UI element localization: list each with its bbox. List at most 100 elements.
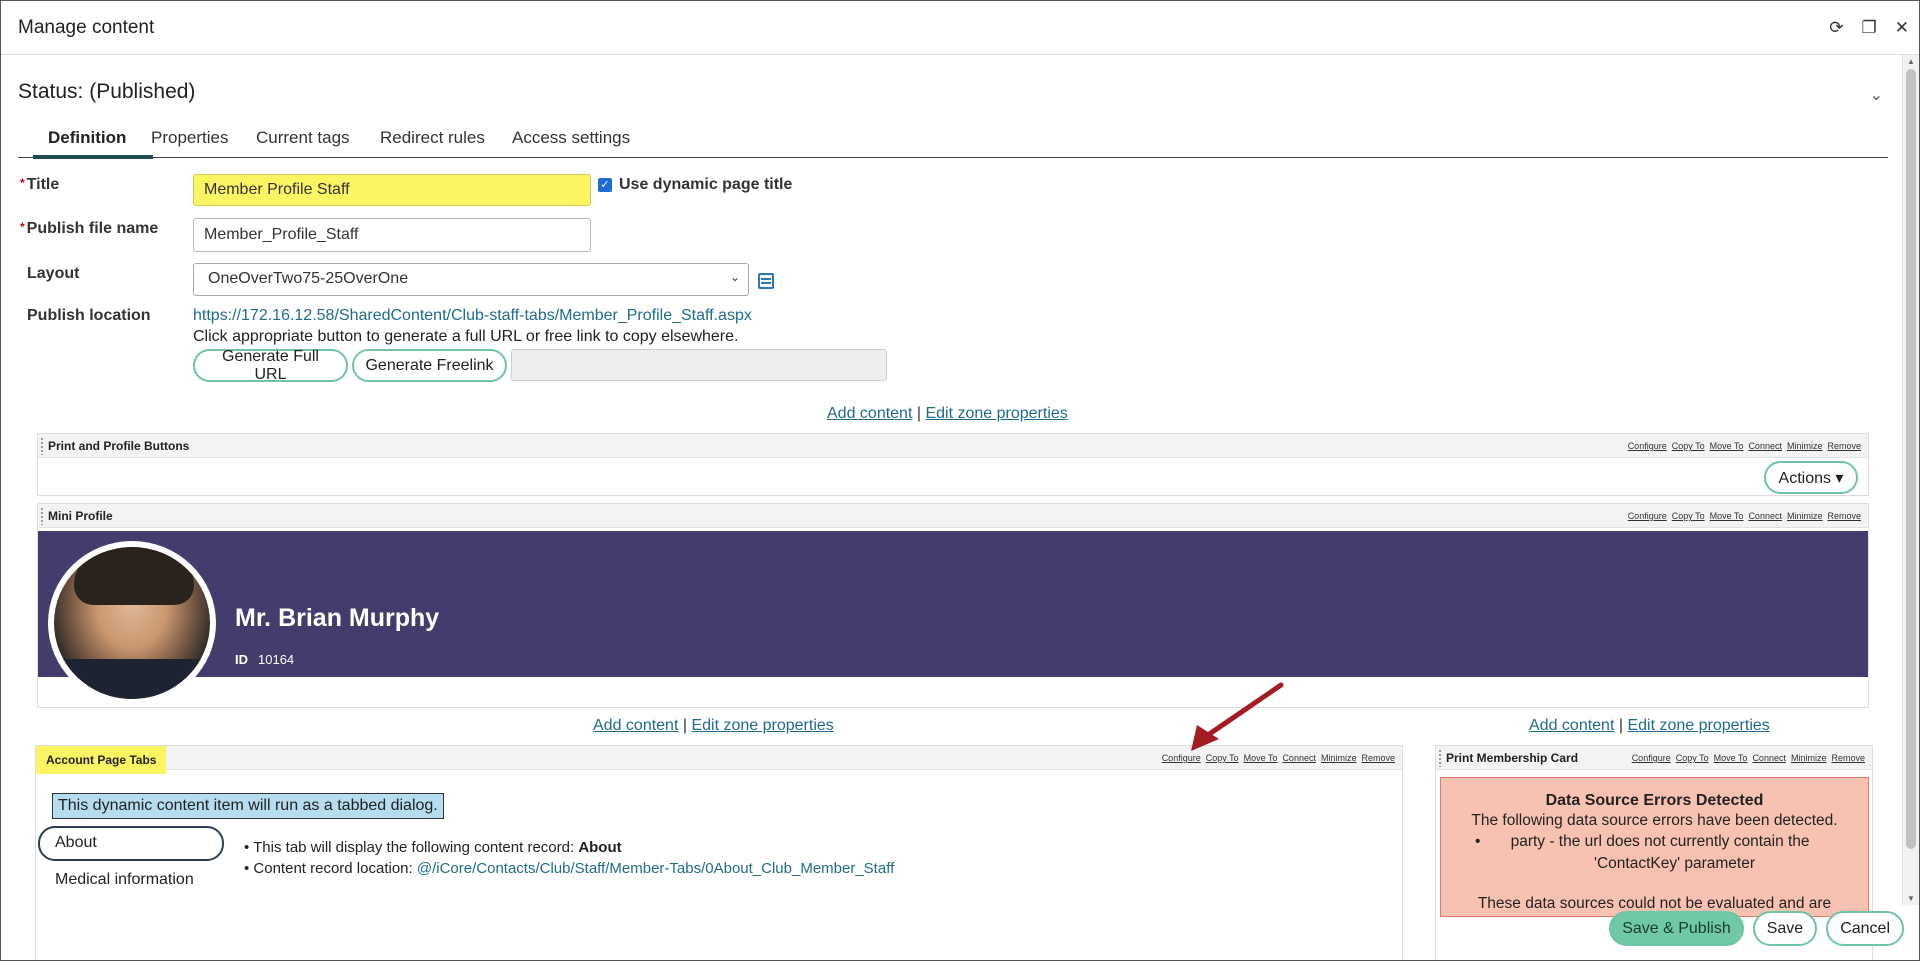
zone-link-separator: |: [916, 405, 922, 422]
move-to-link[interactable]: Move To: [1710, 511, 1744, 521]
generate-freelink-button[interactable]: Generate Freelink: [352, 349, 507, 382]
remove-link[interactable]: Remove: [1831, 753, 1865, 763]
title-label-text: Title: [26, 176, 60, 193]
save-publish-button[interactable]: Save & Publish: [1609, 911, 1744, 946]
add-content-link[interactable]: Add content: [1529, 717, 1614, 734]
copy-to-link[interactable]: Copy To: [1676, 753, 1709, 763]
minimize-link[interactable]: Minimize: [1787, 441, 1823, 451]
webpart-title: Account Page Tabs: [36, 746, 167, 774]
webpart-action-links: Configure Copy To Move To Connect Minimi…: [1628, 511, 1861, 521]
copy-to-link[interactable]: Copy To: [1672, 511, 1705, 521]
title-label: * Title: [20, 176, 59, 194]
publish-hint-text: Click appropriate button to generate a f…: [193, 328, 739, 345]
window-title: Manage content: [18, 16, 155, 38]
dynamic-title-checkbox[interactable]: ✓: [598, 178, 612, 192]
layout-select-value: OneOverTwo75-25OverOne: [208, 270, 409, 287]
tabbed-dialog-note: This dynamic content item will run as a …: [52, 793, 444, 819]
annotation-arrow-icon: [1191, 682, 1284, 751]
error-item-continued: 'ContactKey' parameter: [1594, 855, 1755, 872]
cancel-button[interactable]: Cancel: [1826, 911, 1904, 946]
publish-location-label: Publish location: [27, 307, 151, 324]
tab-info-line-record: • This tab will display the following co…: [244, 837, 894, 858]
remove-link[interactable]: Remove: [1361, 753, 1395, 763]
active-tab-indicator: [33, 155, 153, 159]
status-title: Status: (Published): [18, 80, 196, 103]
required-marker: *: [20, 220, 25, 234]
avatar-hair: [74, 547, 194, 605]
save-button[interactable]: Save: [1752, 911, 1818, 946]
edit-zone-properties-link[interactable]: Edit zone properties: [691, 717, 833, 734]
layout-preview-icon[interactable]: [758, 273, 774, 289]
configure-link[interactable]: Configure: [1628, 441, 1667, 451]
content-tabs: Definition Properties Current tags Redir…: [18, 126, 1888, 159]
webpart-header: Mini Profile Configure Copy To Move To C…: [38, 504, 1868, 528]
chevron-down-icon[interactable]: ⌄: [1870, 85, 1883, 105]
minimize-link[interactable]: Minimize: [1791, 753, 1827, 763]
connect-link[interactable]: Connect: [1752, 753, 1786, 763]
webpart-title: Print and Profile Buttons: [48, 439, 190, 453]
minimize-link[interactable]: Minimize: [1787, 511, 1823, 521]
publish-url-link[interactable]: https://172.16.12.58/SharedContent/Club-…: [193, 307, 752, 325]
side-tab-medical-information[interactable]: Medical information: [55, 871, 194, 889]
move-to-link[interactable]: Move To: [1710, 441, 1744, 451]
scroll-down-icon[interactable]: ▼: [1907, 894, 1915, 903]
publish-file-label-text: Publish file name: [26, 220, 159, 237]
drag-handle-icon[interactable]: [40, 437, 45, 455]
profile-id-label: ID: [235, 652, 248, 667]
copy-to-link[interactable]: Copy To: [1672, 441, 1705, 451]
drag-handle-icon[interactable]: [1438, 749, 1443, 767]
dynamic-title-label: Use dynamic page title: [619, 176, 793, 193]
generate-full-url-button[interactable]: Generate Full URL: [193, 348, 348, 383]
error-item: • party - the url does not currently con…: [1475, 833, 1810, 850]
dynamic-title-option[interactable]: ✓ Use dynamic page title: [598, 176, 792, 194]
tab-info-line-location: • Content record location: @/iCore/Conta…: [244, 858, 894, 879]
webpart-title: Print Membership Card: [1446, 751, 1579, 765]
scrollbar-thumb[interactable]: [1906, 69, 1916, 849]
generated-link-field[interactable]: [511, 349, 887, 381]
remove-link[interactable]: Remove: [1827, 511, 1861, 521]
error-text: The following data source errors have be…: [1471, 812, 1838, 829]
side-tab-about[interactable]: About: [38, 826, 224, 861]
restore-icon[interactable]: ❐: [1862, 17, 1877, 39]
publish-file-input[interactable]: [193, 218, 591, 252]
add-content-link[interactable]: Add content: [827, 405, 912, 422]
webpart-action-links: Configure Copy To Move To Connect Minimi…: [1628, 441, 1861, 451]
layout-select[interactable]: OneOverTwo75-25OverOne ⌄: [193, 263, 749, 296]
profile-name: Mr. Brian Murphy: [235, 604, 440, 632]
tab-info-record-value: About: [578, 839, 622, 856]
edit-zone-properties-link[interactable]: Edit zone properties: [925, 405, 1067, 422]
chevron-down-icon: ⌄: [729, 270, 740, 284]
profile-id-value: 10164: [258, 652, 295, 667]
close-icon[interactable]: ✕: [1895, 17, 1909, 39]
tab-access-settings[interactable]: Access settings: [512, 128, 630, 148]
data-source-error-box: Data Source Errors Detected The followin…: [1440, 777, 1869, 917]
actions-dropdown-button[interactable]: Actions ▾: [1764, 461, 1858, 494]
zone-link-separator: |: [1618, 717, 1624, 734]
add-content-link[interactable]: Add content: [593, 717, 678, 734]
tab-current-tags[interactable]: Current tags: [256, 128, 350, 148]
configure-link[interactable]: Configure: [1628, 511, 1667, 521]
remove-link[interactable]: Remove: [1827, 441, 1861, 451]
avatar-suit: [54, 659, 210, 699]
webpart-header: Print Membership Card Configure Copy To …: [1436, 746, 1872, 770]
connect-link[interactable]: Connect: [1748, 441, 1782, 451]
edit-zone-properties-link[interactable]: Edit zone properties: [1627, 717, 1769, 734]
move-to-link[interactable]: Move To: [1714, 753, 1748, 763]
connect-link[interactable]: Connect: [1748, 511, 1782, 521]
zone-links-top: Add content | Edit zone properties: [827, 405, 1068, 423]
tab-definition[interactable]: Definition: [48, 128, 126, 148]
minimize-link[interactable]: Minimize: [1321, 753, 1357, 763]
title-input[interactable]: [193, 174, 591, 206]
vertical-scrollbar[interactable]: ▲ ▼: [1902, 55, 1919, 905]
content-record-location-link[interactable]: @/iCore/Contacts/Club/Staff/Member-Tabs/…: [417, 860, 894, 877]
webpart-action-links: Configure Copy To Move To Connect Minimi…: [1632, 753, 1865, 763]
tab-redirect-rules[interactable]: Redirect rules: [380, 128, 485, 148]
webpart-print-profile-buttons: Print and Profile Buttons Configure Copy…: [37, 433, 1869, 496]
avatar: [48, 541, 216, 705]
tab-properties[interactable]: Properties: [151, 128, 228, 148]
drag-handle-icon[interactable]: [40, 507, 45, 525]
configure-link[interactable]: Configure: [1632, 753, 1671, 763]
zone-link-separator: |: [682, 717, 688, 734]
scroll-up-icon[interactable]: ▲: [1907, 57, 1915, 66]
refresh-icon[interactable]: ⟳: [1829, 17, 1843, 39]
